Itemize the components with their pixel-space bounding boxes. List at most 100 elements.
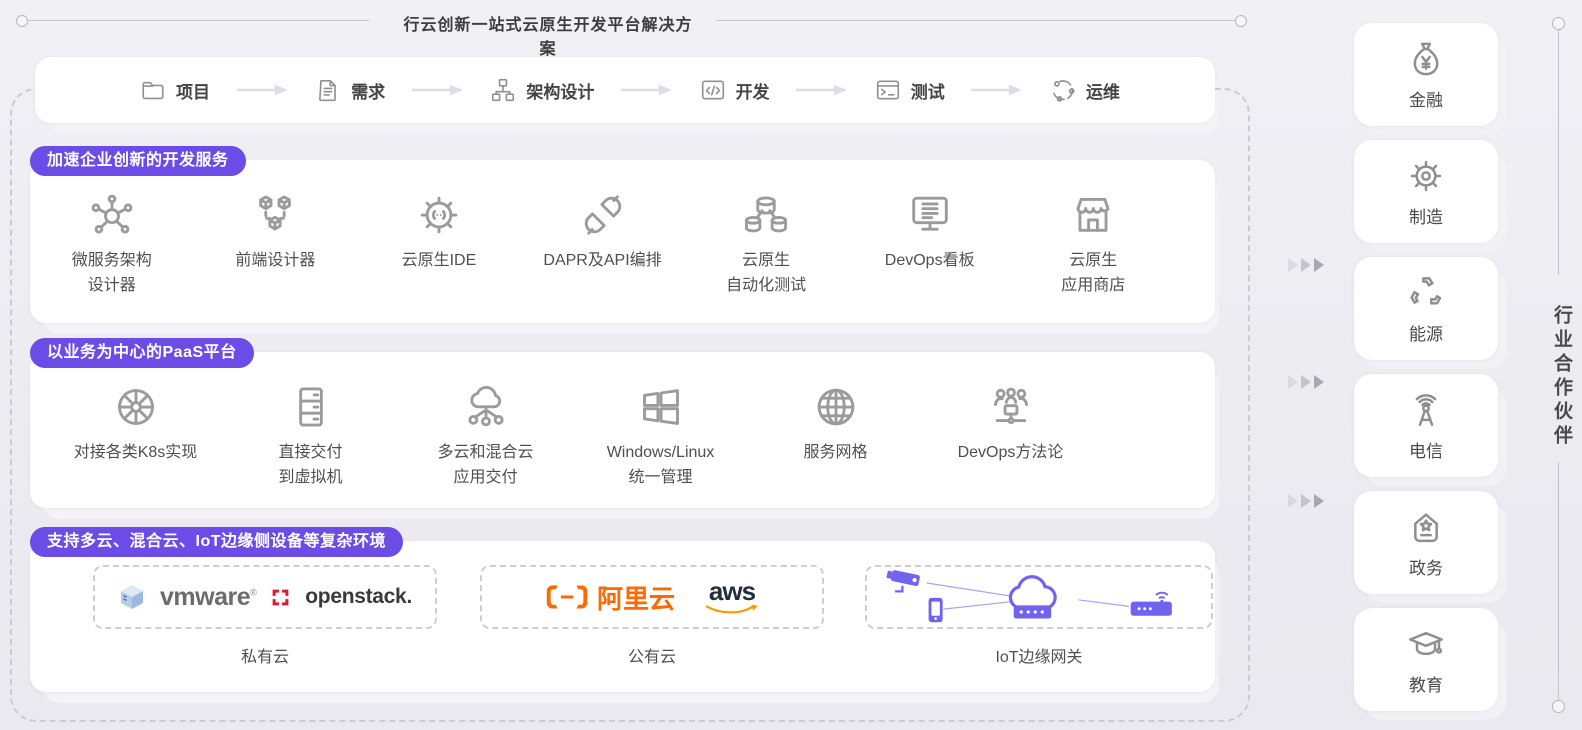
- service-item: 前端设计器: [194, 192, 358, 274]
- industry-card: 能源: [1354, 257, 1507, 369]
- forward-chevrons-icon: [1288, 375, 1324, 389]
- openstack-mark-icon: [270, 587, 291, 608]
- service-item: DevOps方法论: [923, 384, 1098, 466]
- service-item-label: 云原生IDE: [402, 249, 477, 274]
- service-item: 微服务架构 设计器: [30, 192, 194, 299]
- public-cloud-box: 阿里云 aws: [480, 565, 824, 629]
- service-item-label: 云原生 应用商店: [1061, 249, 1125, 299]
- industry-label: 能源: [1409, 324, 1443, 344]
- rail-bottom-circle: [1552, 700, 1565, 713]
- industry-label: 教育: [1409, 675, 1443, 695]
- flow-arrow-icon: [796, 84, 848, 96]
- title-line-left: [27, 20, 369, 21]
- industry-card: 政务: [1354, 491, 1507, 603]
- gear-code-icon: [416, 192, 462, 238]
- vmware-logo: vmware®: [160, 582, 257, 611]
- service-item: 对接各类K8s实现: [48, 384, 223, 466]
- service-item-label-line: 应用商店: [1061, 276, 1126, 294]
- rail-line-top: [1558, 30, 1559, 275]
- rail-top-circle: [1552, 17, 1565, 30]
- team-icon: [988, 384, 1034, 430]
- ops-cycle-icon: [1050, 77, 1076, 103]
- service-item: 云原生 自动化测试: [684, 192, 848, 299]
- storefront-icon: [1070, 192, 1116, 238]
- flow-arrow-icon: [236, 84, 289, 96]
- workflow-step-5: 测试: [875, 77, 945, 103]
- section-paas-platform: 以业务为中心的PaaS平台 对接各类K8s实现 直接交付 到虚拟机 多云和混合云 应用交…: [30, 338, 1219, 519]
- workflow-step-6: 运维: [1050, 77, 1120, 103]
- server-icon: [288, 384, 334, 430]
- title-line-left-circle: [16, 15, 28, 27]
- document-icon: [315, 77, 341, 103]
- service-item: Windows/Linux 统一管理: [573, 384, 748, 491]
- service-item: DevOps看板: [848, 192, 1012, 274]
- service-item-label: DAPR及API编排: [543, 249, 661, 274]
- service-item-label: 云原生 自动化测试: [726, 249, 806, 299]
- industry-card: 制造: [1354, 140, 1507, 252]
- private-cloud-box: vmware® openstack.: [93, 565, 437, 629]
- service-item-label-line: 设计器: [87, 276, 136, 294]
- antenna-icon: [1406, 390, 1446, 430]
- workflow-bar: 项目 需求 架构设计 开发 测试 运维: [35, 57, 1219, 134]
- service-item-label-line: 前端设计器: [235, 252, 316, 269]
- workflow-step-label: 架构设计: [526, 82, 595, 102]
- industry-label: 政务: [1409, 558, 1443, 578]
- service-item-label-line: 云原生: [1069, 252, 1118, 269]
- alibaba-cloud-logo: 阿里云: [545, 579, 675, 616]
- section-badge: 支持多云、混合云、IoT边缘侧设备等复杂环境: [30, 527, 403, 557]
- service-item-label: DevOps看板: [885, 249, 975, 274]
- service-item-label-line: 对接各类K8s实现: [73, 444, 198, 461]
- service-item: 直接交付 到虚拟机: [223, 384, 398, 491]
- terminal-icon: [875, 77, 901, 103]
- section-dev-services: 加速企业创新的开发服务 微服务架构 设计器 前端设计器 云原生IDE DAPR及API编…: [30, 146, 1219, 334]
- workflow-step-label: 需求: [351, 82, 386, 102]
- rail-line-bottom: [1558, 462, 1559, 702]
- service-item: 服务网格: [748, 384, 923, 466]
- workflow-step-label: 开发: [735, 82, 770, 102]
- service-item-label-line: 云原生IDE: [401, 252, 477, 269]
- service-item-label-line: 统一管理: [628, 468, 693, 486]
- cubes-icon: [252, 192, 298, 238]
- title-line-right: [716, 20, 1236, 21]
- industry-card: 电信: [1354, 374, 1507, 486]
- dev-services-items: 微服务架构 设计器 前端设计器 云原生IDE DAPR及API编排 云原生 自动化测试 Dev…: [30, 160, 1215, 323]
- industry-partners-label: 行业合作伙伴: [1551, 305, 1572, 449]
- iot-gateway-label: IoT边缘网关: [995, 649, 1083, 666]
- industry-label: 电信: [1409, 441, 1443, 461]
- workflow-step-label: 项目: [176, 82, 210, 102]
- section-badge: 以业务为中心的PaaS平台: [30, 338, 254, 368]
- section-environments: 支持多云、混合云、IoT边缘侧设备等复杂环境 vmware® openstack…: [30, 527, 1219, 703]
- service-item-label: 直接交付 到虚拟机: [278, 441, 342, 491]
- service-item-label-line: DevOps方法论: [957, 444, 1064, 461]
- gear-icon: [1406, 156, 1446, 196]
- paas-platform-items: 对接各类K8s实现 直接交付 到虚拟机 多云和混合云 应用交付 Windows/Linux…: [30, 352, 1215, 508]
- workflow-step-2: 需求: [315, 77, 385, 103]
- sitemap-icon: [490, 77, 516, 103]
- databases-icon: [743, 192, 789, 238]
- k8s-wheel-icon: [113, 384, 159, 430]
- industry-card: 教育: [1354, 608, 1507, 720]
- workflow-step-label: 运维: [1085, 82, 1120, 102]
- aws-logo: aws: [705, 578, 759, 616]
- code-window-icon: [700, 77, 726, 103]
- service-item: DAPR及API编排: [521, 192, 685, 274]
- workflow-step-1: 项目: [140, 77, 210, 103]
- forward-chevrons-icon: [1288, 258, 1324, 272]
- section-badge: 加速企业创新的开发服务: [30, 146, 246, 176]
- industry-card: 金融: [1354, 23, 1507, 135]
- money-bag-icon: [1406, 39, 1446, 79]
- page-title: 行云创新一站式云原生开发平台解决方案: [403, 17, 693, 58]
- service-item-label: 服务网格: [803, 441, 867, 466]
- iot-devices-graphic: [876, 568, 1202, 626]
- private-cloud-label: 私有云: [240, 649, 289, 666]
- service-item: 云原生 应用商店: [1011, 192, 1175, 299]
- openstack-logo: openstack.: [305, 585, 412, 608]
- flow-arrow-icon: [411, 84, 464, 96]
- aws-smile-icon: [705, 605, 759, 616]
- alibaba-brackets-icon: [545, 582, 589, 612]
- service-item-label-line: 到虚拟机: [278, 468, 343, 486]
- education-icon: [1406, 624, 1446, 664]
- kanban-monitor-icon: [907, 192, 953, 238]
- solution-diagram: 行云创新一站式云原生开发平台解决方案 项目 需求 架构设计 开发 测试 运维 加速企业创新…: [0, 0, 1582, 730]
- service-item-label-line: 云原生: [742, 252, 791, 269]
